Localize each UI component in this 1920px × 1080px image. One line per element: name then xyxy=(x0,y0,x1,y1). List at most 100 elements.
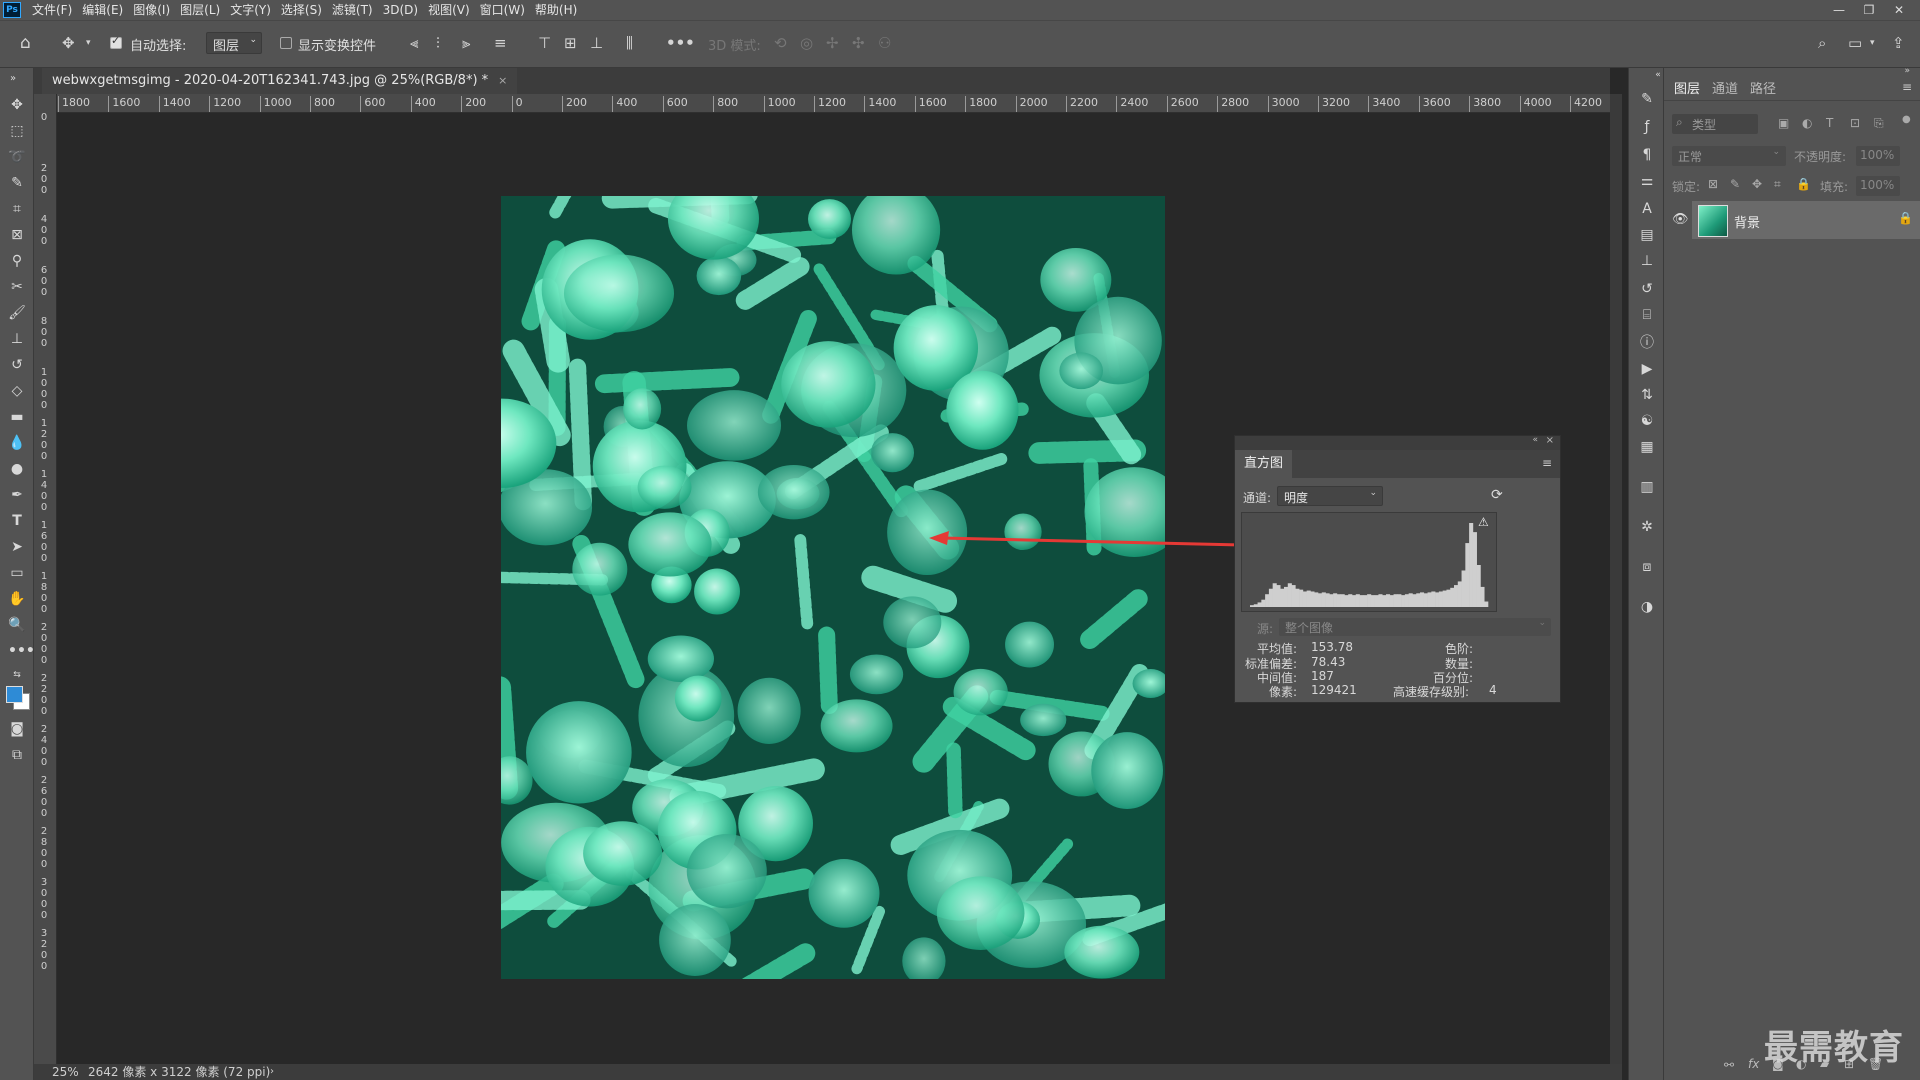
filter-pixel-icon[interactable]: ▣ xyxy=(1778,116,1789,130)
menu-view[interactable]: 视图(V) xyxy=(423,0,475,20)
menu-type[interactable]: 文字(Y) xyxy=(225,0,276,20)
align-top-icon[interactable]: ⊤ xyxy=(538,34,551,52)
layer-filter-dropdown[interactable]: ⌕ 类型 xyxy=(1672,114,1758,134)
menu-filter[interactable]: 滤镜(T) xyxy=(327,0,378,20)
hand-tool-icon[interactable]: ✋ xyxy=(8,590,26,608)
align-center-icon[interactable]: ⫶ xyxy=(436,34,440,52)
filter-type-icon[interactable]: T xyxy=(1826,116,1833,130)
swatches-icon[interactable]: ▦ xyxy=(1638,438,1656,456)
blur-tool-icon[interactable]: 💧 xyxy=(8,434,26,452)
swap-colors-icon[interactable]: ⇆ xyxy=(8,666,26,684)
marquee-tool-icon[interactable]: ⬚ xyxy=(8,122,26,140)
lock-artboard-icon[interactable]: ⌗ xyxy=(1774,177,1781,192)
layer-row-background[interactable]: 背景 🔒 xyxy=(1692,201,1920,239)
chevron-down-icon[interactable]: ▾ xyxy=(1870,34,1875,52)
menu-image[interactable]: 图像(I) xyxy=(128,0,175,20)
close-icon[interactable]: × xyxy=(1546,435,1554,446)
vertical-scrollbar[interactable] xyxy=(1610,94,1622,1064)
panel-menu-icon[interactable]: ≡ xyxy=(1542,456,1552,470)
frame-tool-icon[interactable]: ⊠ xyxy=(8,226,26,244)
histogram-panel[interactable]: « × 直方图 ≡ 通道: 明度 ⌄ ⟳ ⚠ 源: 整个图像 ⌄ 平均值: 15… xyxy=(1234,435,1561,703)
brush-tool-icon[interactable]: 🖌 xyxy=(8,304,26,322)
distribute-icon[interactable]: ≡ xyxy=(494,34,507,52)
auto-select-dropdown[interactable]: 图层 ⌄ xyxy=(206,32,262,54)
filter-adjustment-icon[interactable]: ◐ xyxy=(1802,116,1812,130)
lock-transparent-icon[interactable]: ⊠ xyxy=(1708,177,1718,191)
more-tools-icon[interactable]: ••• xyxy=(8,642,35,660)
document-info[interactable]: 2642 像素 x 3122 像素 (72 ppi) xyxy=(88,1064,270,1080)
character-icon[interactable]: A xyxy=(1638,200,1656,218)
restore-icon[interactable]: ❐ xyxy=(1854,0,1884,20)
3d-orbit-icon[interactable]: ⟲ xyxy=(774,34,787,52)
history-brush-icon[interactable]: ↺ xyxy=(8,356,26,374)
menu-help[interactable]: 帮助(H) xyxy=(530,0,582,20)
refresh-icon[interactable]: ⟳ xyxy=(1491,487,1503,503)
3d-pan-icon[interactable]: ✢ xyxy=(826,34,839,52)
expand-icon[interactable]: » xyxy=(1904,66,1910,76)
foreground-color-swatch[interactable] xyxy=(6,686,23,703)
3d-scale-icon[interactable]: ⚇ xyxy=(878,34,891,52)
align-left-icon[interactable]: ⫷ xyxy=(410,34,418,52)
tab-channels[interactable]: 通道 xyxy=(1712,78,1738,97)
zoom-level[interactable]: 25% xyxy=(52,1064,79,1080)
path-select-tool-icon[interactable]: ➤ xyxy=(8,538,26,556)
quick-select-tool-icon[interactable]: ✎ xyxy=(8,174,26,192)
search-icon[interactable]: ⌕ xyxy=(1818,34,1826,52)
color-icon[interactable]: ◑ xyxy=(1638,598,1656,616)
clone-source-icon[interactable]: ⊥ xyxy=(1638,252,1656,270)
fill-input[interactable]: 100% xyxy=(1856,176,1900,196)
histogram-header[interactable]: « × xyxy=(1235,435,1560,450)
align-bottom-icon[interactable]: ⊥ xyxy=(590,34,603,52)
chevron-down-icon[interactable]: ▾ xyxy=(86,34,91,52)
tab-histogram[interactable]: 直方图 xyxy=(1235,450,1293,478)
show-transform-checkbox[interactable] xyxy=(280,37,292,49)
home-icon[interactable]: ⌂ xyxy=(20,34,31,52)
close-tab-icon[interactable]: × xyxy=(498,68,507,94)
fx-icon[interactable]: fx xyxy=(1748,1057,1759,1071)
healing-tool-icon[interactable]: ✂ xyxy=(8,278,26,296)
channel-dropdown[interactable]: 明度 ⌄ xyxy=(1277,486,1383,506)
screen-mode-icon[interactable]: ⧉ xyxy=(8,746,26,764)
auto-select-checkbox[interactable] xyxy=(110,34,122,49)
distribute-vertical-icon[interactable]: ⫼ xyxy=(626,34,633,52)
menu-3d[interactable]: 3D(D) xyxy=(378,0,423,20)
3d-roll-icon[interactable]: ◎ xyxy=(800,34,813,52)
styles-icon[interactable]: ☯ xyxy=(1638,412,1656,430)
lasso-tool-icon[interactable]: ➰ xyxy=(8,148,26,166)
menu-file[interactable]: 文件(F) xyxy=(27,0,77,20)
link-layers-icon[interactable]: ⚯ xyxy=(1724,1058,1734,1072)
collapse-icon[interactable]: « xyxy=(1532,435,1538,445)
workspace-icon[interactable]: ▭ xyxy=(1848,34,1862,52)
minimize-icon[interactable]: — xyxy=(1824,0,1854,20)
align-right-icon[interactable]: ⫸ xyxy=(462,34,470,52)
lock-position-icon[interactable]: ✥ xyxy=(1752,177,1762,191)
document-tab[interactable]: webwxgetmsgimg - 2020-04-20T162341.743.j… xyxy=(42,68,518,94)
opacity-input[interactable]: 100% xyxy=(1856,146,1900,166)
type-tool-icon[interactable]: T xyxy=(8,512,26,530)
adjustments-icon[interactable]: ⇅ xyxy=(1638,386,1656,404)
panel-menu-icon[interactable]: ≡ xyxy=(1902,80,1912,94)
filter-smart-object-icon[interactable]: ⎘ xyxy=(1874,116,1884,131)
crop-tool-icon[interactable]: ⌗ xyxy=(8,200,26,218)
menu-layer[interactable]: 图层(L) xyxy=(175,0,225,20)
quick-mask-icon[interactable]: ◙ xyxy=(8,720,26,738)
menu-window[interactable]: 窗口(W) xyxy=(475,0,530,20)
notes-icon[interactable]: ▥ xyxy=(1638,478,1656,496)
filter-shape-icon[interactable]: ⊡ xyxy=(1850,116,1860,130)
more-options-icon[interactable]: ••• xyxy=(666,34,695,52)
align-middle-icon[interactable]: ⊞ xyxy=(564,34,577,52)
chevron-right-icon[interactable]: › xyxy=(270,1064,274,1080)
rectangle-tool-icon[interactable]: ▭ xyxy=(8,564,26,582)
history-icon[interactable]: ↺ xyxy=(1638,280,1656,298)
close-window-icon[interactable]: ✕ xyxy=(1884,0,1914,20)
lock-all-icon[interactable]: 🔒 xyxy=(1796,177,1811,191)
source-dropdown[interactable]: 整个图像 ⌄ xyxy=(1279,618,1551,636)
warning-icon[interactable]: ⚠ xyxy=(1478,515,1489,529)
layer-visibility-eye-icon[interactable]: 👁 xyxy=(1672,212,1689,227)
menu-edit[interactable]: 编辑(E) xyxy=(77,0,128,20)
tab-paths[interactable]: 路径 xyxy=(1750,78,1776,97)
move-tool-preset-icon[interactable]: ✥ xyxy=(62,34,75,52)
paragraph-icon[interactable]: ¶ xyxy=(1638,146,1656,164)
stamp-tool-icon[interactable]: ⊥ xyxy=(8,330,26,348)
move-tool-icon[interactable]: ✥ xyxy=(8,96,26,114)
